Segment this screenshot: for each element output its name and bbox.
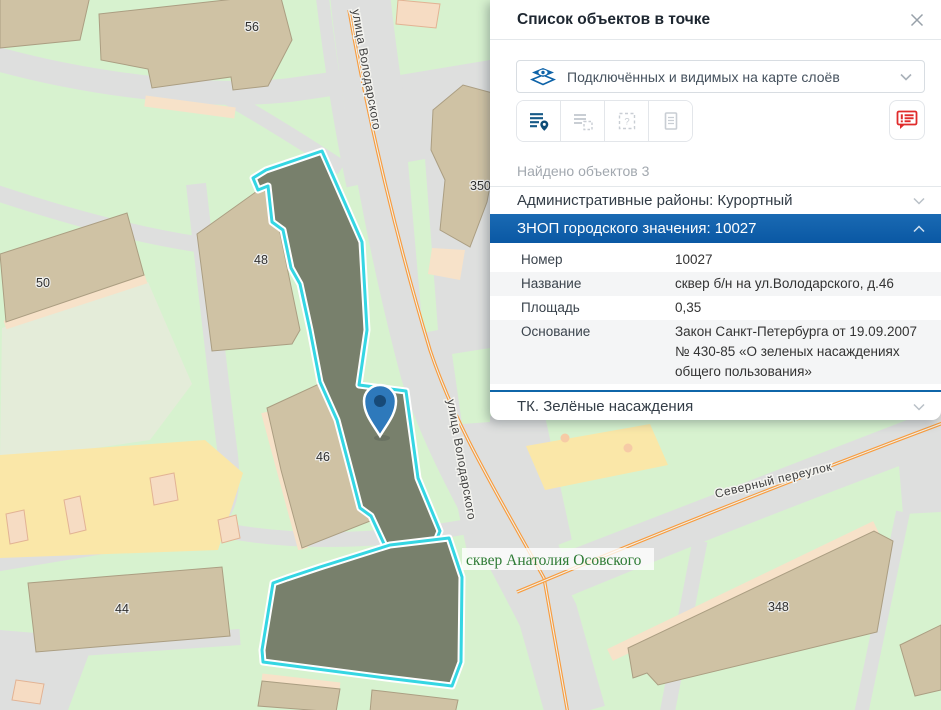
field-value: 10027	[675, 250, 925, 270]
identify-area-question-button[interactable]: ?	[604, 101, 648, 141]
app-window: улица Володарского улица Володарского Се…	[0, 0, 941, 710]
panel-header: Список объектов в точке	[490, 0, 941, 40]
layers-filter-value: Подключённых и видимых на карте слоёв	[567, 69, 900, 85]
accordion-label: Административные районы: Курортный	[517, 192, 913, 209]
layers-filter-dropdown[interactable]: Подключённых и видимых на карте слоёв	[516, 60, 925, 93]
house-number-48: 48	[254, 253, 268, 267]
house-number-56: 56	[245, 20, 259, 34]
close-icon[interactable]	[910, 13, 924, 27]
field-value: сквер б/н на ул.Володарского, д.46	[675, 274, 925, 294]
field-label: Название	[521, 274, 675, 294]
park-name-label: сквер Анатолия Осовского	[466, 552, 642, 569]
house-number-350: 350	[470, 179, 491, 193]
chevron-down-icon	[913, 398, 925, 415]
znop-attributes-table: Номер 10027 Название сквер б/н на ул.Вол…	[490, 243, 941, 384]
objects-at-point-button[interactable]	[517, 101, 560, 141]
accordion-admin-districts[interactable]: Административные районы: Курортный	[490, 186, 941, 214]
table-row: Площадь 0,35	[490, 296, 941, 320]
accordion-tk-green[interactable]: ТК. Зелёные насаждения	[490, 392, 941, 420]
report-error-button[interactable]	[889, 100, 925, 140]
table-row: Название сквер б/н на ул.Володарского, д…	[490, 272, 941, 296]
panel-toolbar: ?	[516, 100, 925, 142]
house-number-46: 46	[316, 450, 330, 464]
house-number-50: 50	[36, 276, 50, 290]
field-value: 0,35	[675, 298, 925, 318]
chevron-down-icon	[900, 68, 912, 86]
field-label: Основание	[521, 322, 675, 382]
found-objects-count: Найдено объектов 3	[517, 163, 925, 180]
house-number-348: 348	[768, 600, 789, 614]
field-value: Закон Санкт-Петербурга от 19.09.2007 № 4…	[675, 322, 925, 382]
table-row: Основание Закон Санкт-Петербурга от 19.0…	[490, 320, 941, 384]
field-label: Площадь	[521, 298, 675, 318]
accordion-label: ЗНОП городского значения: 10027	[517, 220, 913, 237]
table-row: Номер 10027	[490, 243, 941, 272]
identify-mode-group: ?	[516, 100, 693, 142]
layers-eye-icon	[529, 67, 557, 86]
chevron-up-icon	[913, 220, 925, 237]
accordion-znop-header[interactable]: ЗНОП городского значения: 10027	[490, 214, 941, 243]
chevron-down-icon	[913, 192, 925, 209]
field-label: Номер	[521, 250, 675, 270]
house-number-44: 44	[115, 602, 129, 616]
panel-title: Список объектов в точке	[517, 11, 910, 29]
object-report-button[interactable]	[648, 101, 692, 141]
svg-text:?: ?	[624, 117, 629, 128]
objects-in-area-button[interactable]	[560, 101, 604, 141]
objects-at-point-panel: Список объектов в точке Подключённых и в…	[490, 0, 941, 420]
accordion-label: ТК. Зелёные насаждения	[517, 398, 913, 415]
